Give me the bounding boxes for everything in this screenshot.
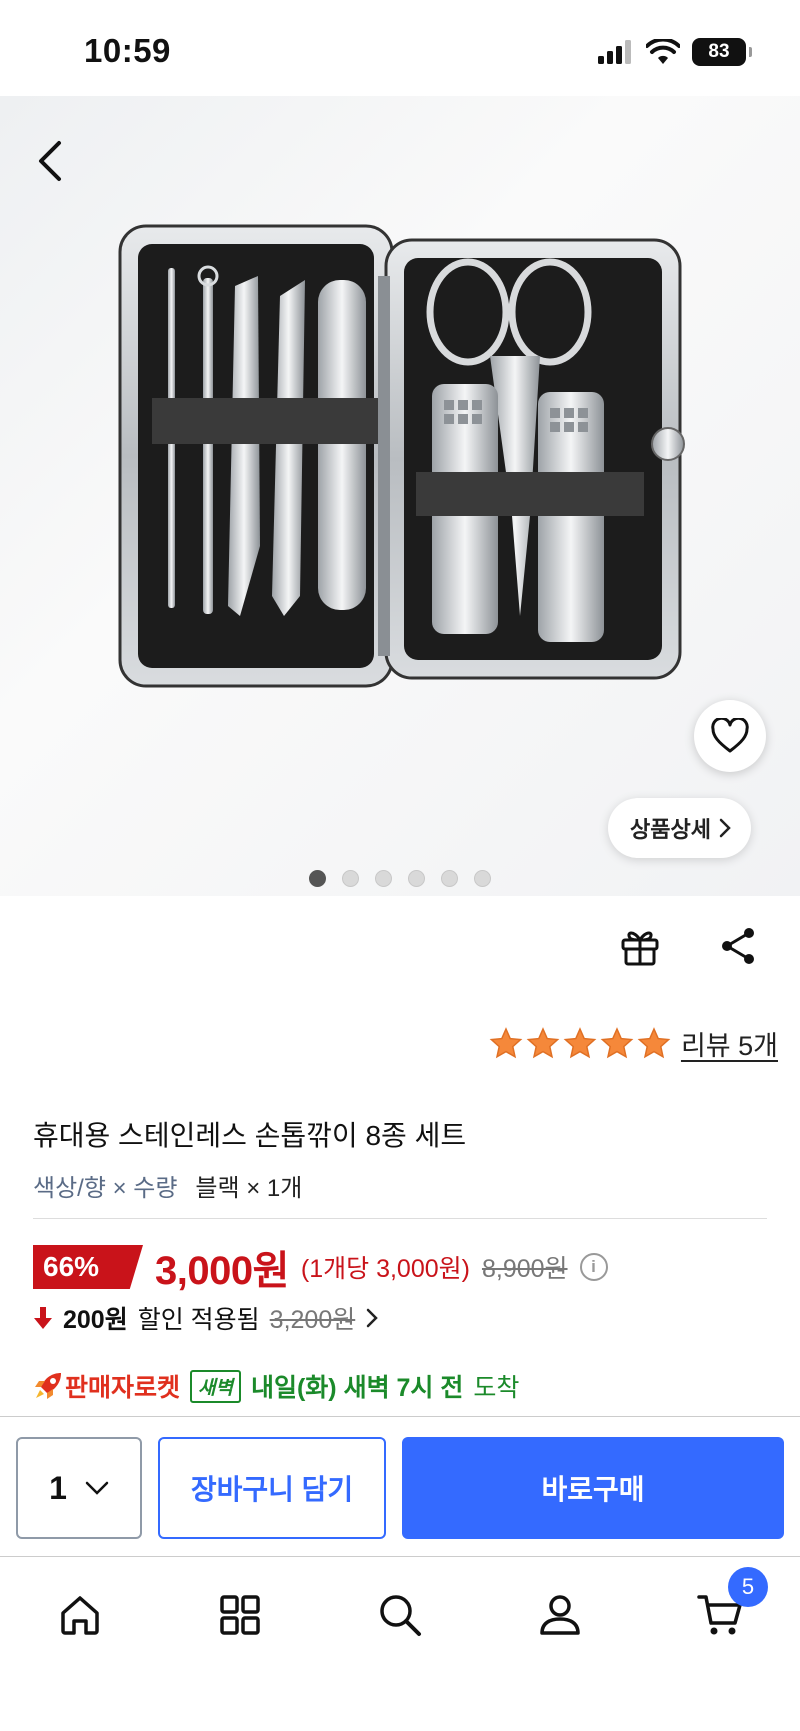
star-icon xyxy=(489,1027,523,1059)
seller-rocket-label: 판매자로켓 xyxy=(33,1368,180,1404)
quantity-select[interactable]: 1 xyxy=(16,1437,142,1539)
divider xyxy=(33,1218,767,1219)
star-icon xyxy=(563,1027,597,1059)
nav-search[interactable] xyxy=(370,1585,430,1645)
nav-categories[interactable] xyxy=(210,1585,270,1645)
battery-indicator: 83 xyxy=(692,38,752,66)
seller-rocket-text: 판매자로켓 xyxy=(65,1374,181,1402)
star-icon xyxy=(637,1027,671,1059)
chevron-down-icon xyxy=(85,1481,109,1495)
carousel-dot[interactable] xyxy=(375,870,392,887)
user-icon xyxy=(540,1595,580,1635)
delivery-row: 판매자로켓 새벽 내일(화) 새벽 7시 전 도착 xyxy=(33,1368,519,1404)
option-value: 블랙 × 1개 xyxy=(195,1175,303,1202)
nav-my-account[interactable] xyxy=(530,1585,590,1645)
chevron-right-icon xyxy=(366,1308,379,1328)
heart-icon xyxy=(711,718,749,753)
info-icon[interactable]: i xyxy=(579,1253,608,1281)
option-label: 색상/향 × 수량 xyxy=(33,1175,178,1202)
share-button[interactable] xyxy=(716,924,760,968)
home-icon xyxy=(61,1596,99,1635)
arrow-down-icon xyxy=(34,1307,52,1329)
coupon-discount-row[interactable]: 200원 할인 적용됨 3,200원 xyxy=(33,1300,379,1336)
carousel-dot[interactable] xyxy=(342,870,359,887)
grid-icon xyxy=(220,1595,260,1635)
add-to-cart-button[interactable]: 장바구니 담기 xyxy=(158,1437,386,1539)
product-image-carousel[interactable]: 상품상세 xyxy=(0,96,800,896)
product-image xyxy=(118,224,685,688)
chevron-right-icon xyxy=(719,818,731,838)
arrival-time: 내일(화) 새벽 7시 전 xyxy=(250,1374,464,1402)
gift-icon xyxy=(621,931,659,966)
coupon-amount: 200원 xyxy=(63,1306,128,1334)
rocket-icon xyxy=(35,1373,61,1399)
signal-icon xyxy=(598,40,631,64)
wishlist-button[interactable] xyxy=(694,700,766,772)
product-title: 휴대용 스테인레스 손톱깎이 8종 세트 xyxy=(33,1120,467,1151)
dawn-delivery-badge: 새벽 xyxy=(190,1369,241,1403)
unit-price: (1개당 3,000원) xyxy=(300,1255,470,1283)
status-icons: 83 xyxy=(598,38,752,66)
buy-now-button[interactable]: 바로구매 xyxy=(402,1437,784,1539)
coupon-previous-price: 3,200원 xyxy=(269,1306,356,1334)
product-detail-button[interactable]: 상품상세 xyxy=(608,798,751,858)
star-icon xyxy=(526,1027,560,1059)
arrival-suffix: 도착 xyxy=(473,1374,520,1402)
cart-count-badge: 5 xyxy=(728,1567,768,1607)
wifi-icon xyxy=(646,39,680,64)
price-row: 66% 3,000원 (1개당 3,000원) 8,900원 i xyxy=(33,1238,608,1296)
nav-home[interactable] xyxy=(50,1585,110,1645)
search-icon xyxy=(380,1595,421,1636)
product-detail-label: 상품상세 xyxy=(630,817,711,842)
purchase-bar: 1 장바구니 담기 바로구매 xyxy=(0,1416,800,1556)
share-icon xyxy=(722,928,754,964)
action-icons xyxy=(618,924,760,968)
star-rating xyxy=(489,1027,671,1060)
chevron-left-icon xyxy=(39,141,61,181)
status-time: 10:59 xyxy=(84,32,171,69)
carousel-dot[interactable] xyxy=(309,870,326,887)
sale-price: 3,000원 xyxy=(155,1249,289,1293)
gift-button[interactable] xyxy=(618,924,662,968)
bottom-nav: 5 xyxy=(0,1556,800,1731)
back-button[interactable] xyxy=(28,136,72,186)
carousel-dot[interactable] xyxy=(408,870,425,887)
discount-badge: 66% xyxy=(33,1245,143,1289)
rating-row: 리뷰 5개 xyxy=(489,1024,778,1063)
discount-rate: 66% xyxy=(43,1251,100,1282)
carousel-dot[interactable] xyxy=(474,870,491,887)
quantity-value: 1 xyxy=(49,1469,67,1506)
star-icon xyxy=(600,1027,634,1059)
status-bar: 10:59 83 xyxy=(0,0,800,100)
original-price: 8,900원 xyxy=(481,1255,568,1283)
option-row[interactable]: 색상/향 × 수량 블랙 × 1개 xyxy=(33,1168,302,1203)
carousel-dot[interactable] xyxy=(441,870,458,887)
carousel-dots xyxy=(0,870,800,887)
coupon-label: 할인 적용됨 xyxy=(137,1306,260,1334)
review-count-link[interactable]: 리뷰 5개 xyxy=(681,1024,778,1063)
battery-level: 83 xyxy=(708,41,730,62)
